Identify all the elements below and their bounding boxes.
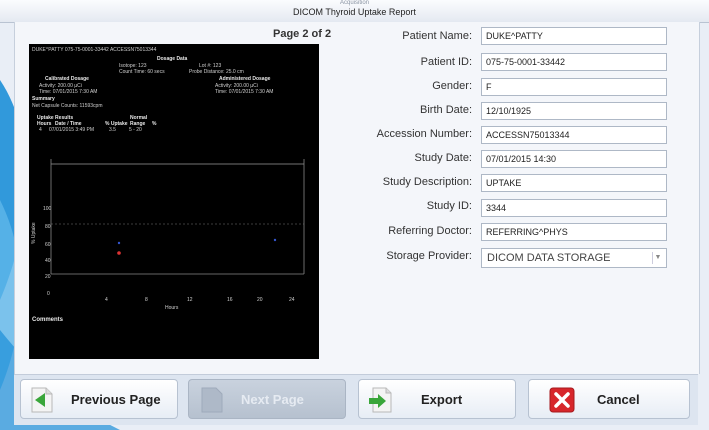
export-label: Export bbox=[421, 392, 463, 407]
title-bar: Acquisition DICOM Thyroid Uptake Report bbox=[0, 0, 709, 23]
normal-range-high-marker bbox=[273, 238, 277, 242]
page-indicator: Page 2 of 2 bbox=[273, 28, 332, 40]
cancel-button[interactable]: Cancel bbox=[528, 379, 690, 419]
back-arrow-icon bbox=[31, 387, 53, 413]
study-description-label: Study Description: bbox=[382, 176, 472, 188]
normal-range-low-marker bbox=[117, 241, 121, 245]
cancel-label: Cancel bbox=[597, 392, 640, 407]
x-tick-16: 16 bbox=[227, 297, 233, 303]
study-description-field[interactable]: UPTAKE bbox=[481, 174, 667, 192]
study-id-field[interactable]: 3344 bbox=[481, 199, 667, 217]
y-axis-label: % Uptake bbox=[31, 222, 37, 244]
close-icon bbox=[549, 387, 575, 413]
accession-number-field[interactable]: ACCESSN75013344 bbox=[481, 126, 667, 144]
report-preview: DUKE^PATTY 075-75-0001-33442 ACCESSN7501… bbox=[29, 44, 319, 359]
y-tick-100: 100 bbox=[43, 206, 52, 212]
comments-title: Comments bbox=[32, 317, 64, 323]
patient-name-field[interactable]: DUKE^PATTY bbox=[481, 27, 667, 45]
y-tick-80: 80 bbox=[45, 224, 51, 230]
x-axis-label: Hours bbox=[165, 305, 179, 311]
patient-id-field[interactable]: 075-75-0001-33442 bbox=[481, 53, 667, 71]
uptake-data-point bbox=[117, 251, 121, 255]
gender-field[interactable]: F bbox=[481, 78, 667, 96]
referring-doctor-field[interactable]: REFERRING^PHYS bbox=[481, 223, 667, 241]
study-id-label: Study ID: bbox=[426, 200, 472, 212]
x-tick-4: 4 bbox=[105, 297, 108, 303]
accession-number-label: Accession Number: bbox=[376, 128, 472, 140]
app-name: Acquisition bbox=[339, 0, 369, 6]
birth-date-field[interactable]: 12/10/1925 bbox=[481, 102, 667, 120]
x-tick-8: 8 bbox=[145, 297, 148, 303]
next-page-label: Next Page bbox=[241, 392, 304, 407]
previous-page-label: Previous Page bbox=[71, 392, 161, 407]
export-icon bbox=[369, 387, 392, 413]
storage-provider-label: Storage Provider: bbox=[386, 250, 472, 262]
referring-doctor-label: Referring Doctor: bbox=[388, 225, 472, 237]
chevron-down-icon[interactable]: ▼ bbox=[652, 252, 663, 264]
patient-id-label: Patient ID: bbox=[420, 56, 472, 68]
button-bar: Previous Page Next Page Export Cancel bbox=[14, 374, 698, 425]
x-tick-20: 20 bbox=[257, 297, 263, 303]
window-title: DICOM Thyroid Uptake Report bbox=[293, 7, 416, 17]
page-icon bbox=[201, 387, 223, 413]
x-tick-12: 12 bbox=[187, 297, 193, 303]
storage-provider-value: DICOM DATA STORAGE bbox=[487, 252, 611, 264]
next-page-button[interactable]: Next Page bbox=[188, 379, 346, 419]
export-button[interactable]: Export bbox=[358, 379, 516, 419]
previous-page-button[interactable]: Previous Page bbox=[20, 379, 178, 419]
y-tick-60: 60 bbox=[45, 242, 51, 248]
y-tick-20: 20 bbox=[45, 274, 51, 280]
storage-provider-select[interactable]: DICOM DATA STORAGE ▼ bbox=[481, 248, 667, 268]
x-tick-24: 24 bbox=[289, 297, 295, 303]
study-date-field[interactable]: 07/01/2015 14:30 bbox=[481, 150, 667, 168]
study-date-label: Study Date: bbox=[414, 152, 472, 164]
report-window: Page 2 of 2 DUKE^PATTY 075-75-0001-33442… bbox=[14, 22, 700, 374]
y-tick-40: 40 bbox=[45, 258, 51, 264]
y-tick-0: 0 bbox=[47, 291, 50, 297]
uptake-chart bbox=[50, 159, 305, 275]
gender-label: Gender: bbox=[432, 80, 472, 92]
birth-date-label: Birth Date: bbox=[420, 104, 472, 116]
patient-name-label: Patient Name: bbox=[402, 30, 472, 42]
